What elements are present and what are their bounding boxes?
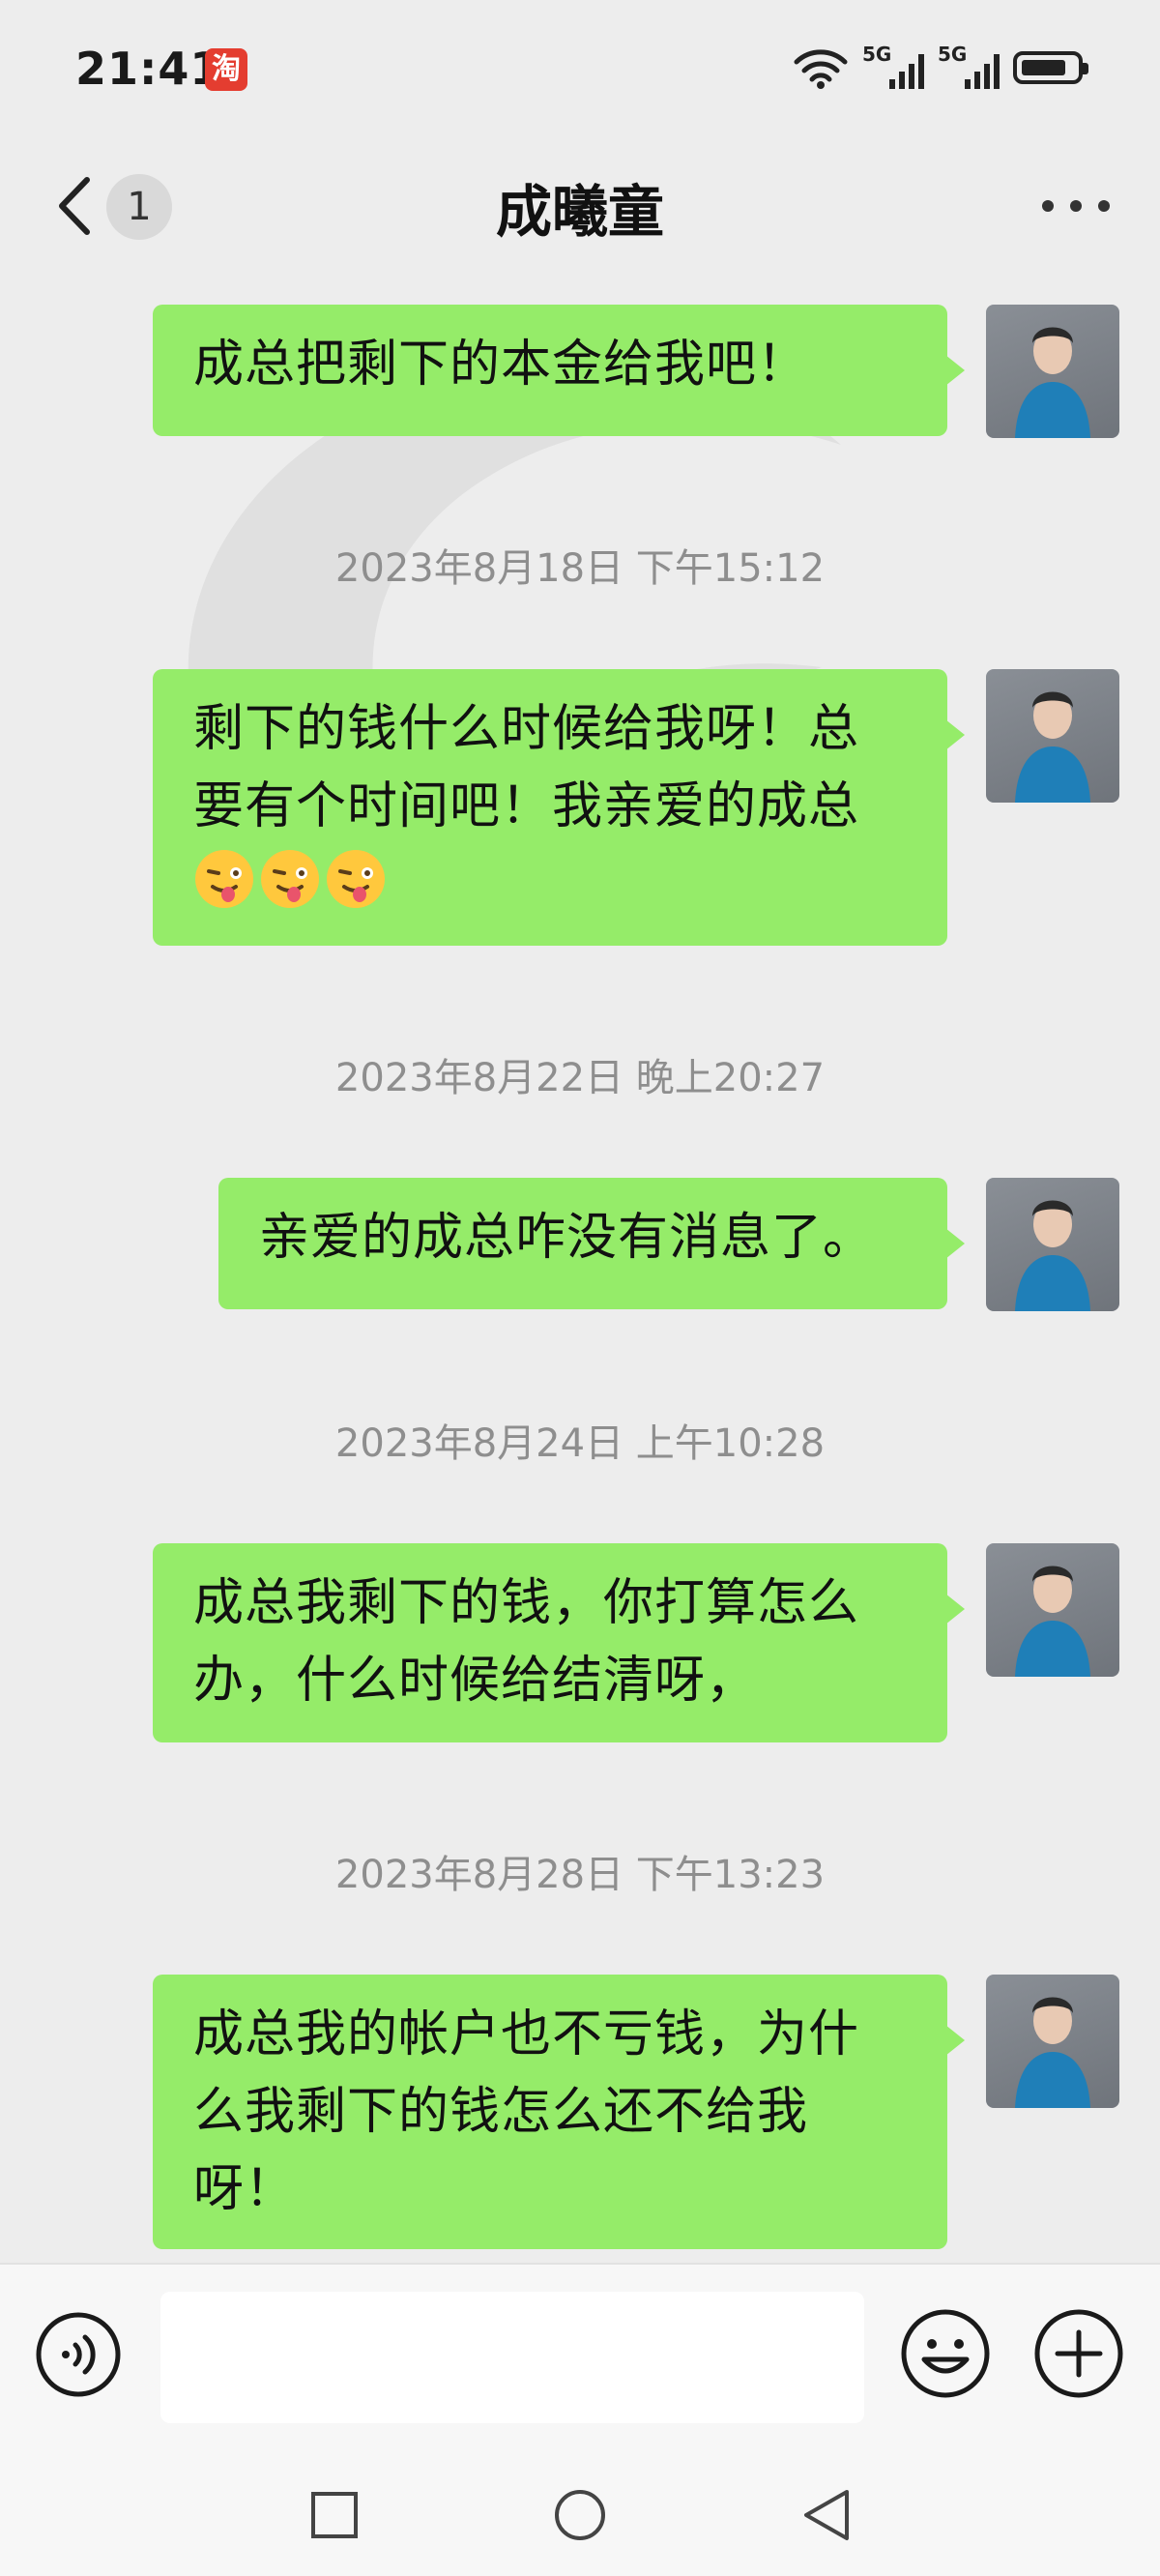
voice-icon[interactable]: [35, 2311, 122, 2398]
chat-area[interactable]: 成总把剩下的本金给我吧！ 2023年8月18日 下午15:12 剩下的钱什么时候…: [0, 261, 1160, 2263]
signal-label: 5G: [938, 43, 968, 66]
signal-label: 5G: [862, 43, 892, 66]
message-text: 么我剩下的钱怎么还不给我: [193, 2083, 809, 2141]
sent-message-bubble[interactable]: 成总我剩下的钱，你打算怎么 办，什么时候给结清呀，: [153, 1543, 965, 1742]
avatar[interactable]: [986, 1543, 1119, 1677]
taobao-notification-icon: 淘: [205, 48, 247, 91]
plus-icon[interactable]: [1032, 2307, 1125, 2400]
message-text: 剩下的钱什么时候给我呀！总: [193, 700, 860, 758]
winking-tongue-emoji: [195, 850, 253, 908]
emoji-icon[interactable]: [899, 2307, 992, 2400]
winking-tongue-emoji: [261, 850, 319, 908]
back-chevron-icon[interactable]: [48, 172, 106, 240]
message-input[interactable]: [160, 2292, 864, 2423]
sent-message-bubble[interactable]: 成总我的帐户也不亏钱，为什 么我剩下的钱怎么还不给我 呀！: [153, 1975, 965, 2249]
chat-title: 成曦童: [495, 179, 664, 245]
unread-count-badge[interactable]: 1: [106, 174, 172, 240]
recent-apps-icon[interactable]: [309, 2490, 360, 2540]
status-bar: 21:41 淘 5G 5G: [0, 0, 1160, 145]
battery-icon: [1013, 51, 1088, 84]
message-text: 要有个时间吧！我亲爱的成总: [193, 777, 860, 835]
home-icon[interactable]: [553, 2488, 607, 2542]
timestamp: 2023年8月18日 下午15:12: [334, 546, 826, 591]
signal-icon: 5G: [938, 43, 1000, 89]
message-text: 成总我的帐户也不亏钱，为什: [193, 2005, 860, 2064]
timestamp: 2023年8月22日 晚上20:27: [334, 1056, 826, 1100]
signal-icon: 5G: [862, 43, 924, 89]
status-icons: 5G 5G: [793, 43, 1088, 89]
avatar[interactable]: [986, 669, 1119, 803]
emoji-line: [193, 845, 907, 922]
avatar[interactable]: [986, 1975, 1119, 2108]
timestamp: 2023年8月28日 下午13:23: [334, 1853, 826, 1897]
timestamp: 2023年8月24日 上午10:28: [334, 1421, 826, 1466]
message-text: 成总把剩下的本金给我吧！: [193, 336, 809, 394]
sent-message-bubble[interactable]: 成总把剩下的本金给我吧！: [153, 305, 965, 436]
message-text: 办，什么时候给结清呀，: [193, 1652, 758, 1710]
input-bar: [0, 2263, 1160, 2458]
more-dots-icon[interactable]: [1042, 191, 1110, 220]
system-nav-bar: [0, 2456, 1160, 2576]
avatar[interactable]: [986, 1178, 1119, 1311]
avatar[interactable]: [986, 305, 1119, 438]
back-triangle-icon[interactable]: [798, 2486, 856, 2544]
status-time: 21:41: [75, 43, 222, 95]
message-text: 呀！: [193, 2160, 297, 2218]
message-text: 成总我剩下的钱，你打算怎么: [193, 1574, 860, 1632]
winking-tongue-emoji: [327, 850, 385, 908]
message-text: 亲爱的成总咋没有消息了。: [259, 1209, 875, 1267]
wifi-icon: [794, 49, 848, 89]
sent-message-bubble[interactable]: 剩下的钱什么时候给我呀！总 要有个时间吧！我亲爱的成总: [153, 669, 965, 946]
sent-message-bubble[interactable]: 亲爱的成总咋没有消息了。: [218, 1178, 965, 1309]
chat-header: 1 成曦童: [0, 145, 1160, 261]
